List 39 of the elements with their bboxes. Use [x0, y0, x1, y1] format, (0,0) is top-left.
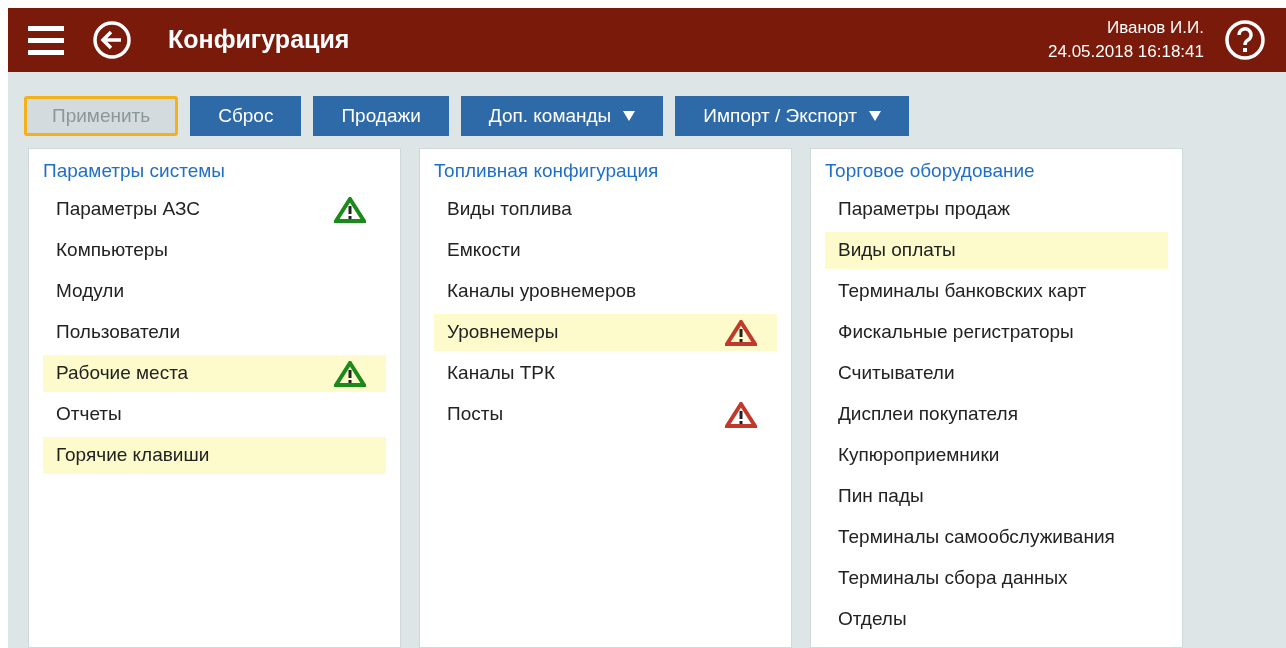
config-item[interactable]: Каналы уровнемеров: [434, 273, 777, 310]
menu-icon[interactable]: [28, 24, 64, 56]
page-title: Конфигурация: [168, 24, 350, 56]
back-icon[interactable]: [92, 20, 132, 60]
config-item[interactable]: Фискальные регистраторы: [825, 314, 1168, 351]
config-item[interactable]: Виды топлива: [434, 191, 777, 228]
config-item[interactable]: Терминалы сбора данных: [825, 560, 1168, 597]
config-item[interactable]: Купюроприемники: [825, 437, 1168, 474]
toolbar-button[interactable]: Сброс: [190, 96, 302, 136]
panel-title: Топливная конфигурация: [434, 159, 660, 183]
config-item[interactable]: Считыватели: [825, 355, 1168, 392]
config-item[interactable]: Рабочие места: [43, 355, 386, 392]
config-item[interactable]: Параметры АЗС: [43, 191, 386, 228]
config-item[interactable]: Компьютеры: [43, 232, 386, 269]
config-item[interactable]: Модули: [43, 273, 386, 310]
help-icon[interactable]: [1224, 19, 1266, 61]
config-item[interactable]: Параметры продаж: [825, 191, 1168, 228]
dropdown-button[interactable]: Импорт / Экспорт: [675, 96, 909, 136]
config-item[interactable]: Терминалы банковских карт: [825, 273, 1168, 310]
config-item[interactable]: Пользователи: [43, 314, 386, 351]
config-item[interactable]: Дисплеи покупателя: [825, 396, 1168, 433]
caret-icon: [623, 111, 636, 121]
toolbar-button[interactable]: Продажи: [313, 96, 449, 136]
user-name: Иванов И.И.: [1107, 17, 1204, 39]
config-item[interactable]: Посты: [434, 396, 777, 433]
config-item[interactable]: Пин пады: [825, 478, 1168, 515]
config-item[interactable]: Отчеты: [43, 396, 386, 433]
panel-title: Параметры системы: [43, 159, 226, 183]
config-item[interactable]: Уровнемеры: [434, 314, 777, 351]
config-item[interactable]: Виды оплаты: [825, 232, 1168, 269]
panel-title: Торговое оборудование: [825, 159, 1036, 183]
date-time: 24.05.2018 16:18:41: [1048, 41, 1204, 63]
config-item[interactable]: Каналы ТРК: [434, 355, 777, 392]
config-item[interactable]: Терминалы самообслуживания: [825, 519, 1168, 556]
config-item[interactable]: Горячие клавиши: [43, 437, 386, 474]
caret-icon: [868, 111, 881, 121]
dropdown-button[interactable]: Доп. команды: [460, 96, 664, 136]
config-item[interactable]: Емкости: [434, 232, 777, 269]
config-item[interactable]: Отделы: [825, 601, 1168, 638]
